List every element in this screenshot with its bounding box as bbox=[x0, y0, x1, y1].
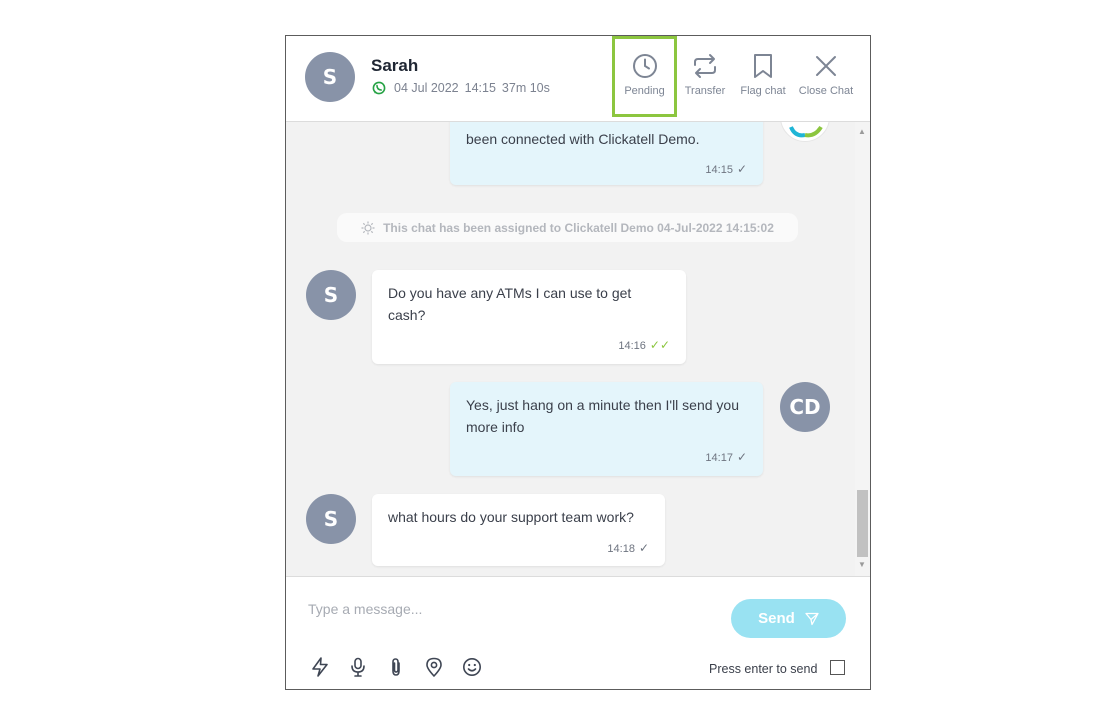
message-input[interactable] bbox=[308, 597, 708, 621]
message-time: 14:18 ✓ bbox=[607, 541, 649, 555]
sent-check-icon: ✓ bbox=[736, 450, 747, 464]
send-button[interactable]: Send bbox=[731, 599, 846, 638]
message-time: 14:15 ✓ bbox=[705, 162, 747, 176]
read-double-check-icon: ✓✓ bbox=[649, 338, 670, 352]
bookmark-icon bbox=[754, 54, 772, 78]
pending-button[interactable]: Pending bbox=[612, 36, 677, 117]
transfer-button[interactable]: Transfer bbox=[677, 36, 733, 122]
location-pin-icon bbox=[426, 657, 442, 677]
composer: Send bbox=[286, 576, 870, 689]
message-bubble: Yes, just hang on a minute then I'll sen… bbox=[450, 382, 763, 476]
system-note: This chat has been assigned to Clickatel… bbox=[337, 213, 798, 242]
contact-name: Sarah bbox=[371, 56, 419, 75]
agent-avatar: CD bbox=[780, 382, 830, 432]
message-bubble: what hours do your support team work? 14… bbox=[372, 494, 665, 566]
sent-check-icon: ✓ bbox=[638, 541, 649, 555]
message-bubble: Do you have any ATMs I can use to get ca… bbox=[372, 270, 686, 364]
composer-tools bbox=[310, 657, 500, 679]
clickatell-logo-icon bbox=[789, 125, 823, 138]
scrollbar[interactable]: ▲ ▼ bbox=[855, 122, 870, 576]
emoji-button[interactable] bbox=[462, 657, 500, 679]
contact-avatar: S bbox=[306, 494, 356, 544]
message-time: 14:17 ✓ bbox=[705, 450, 747, 464]
chat-date: 04 Jul 2022 bbox=[394, 81, 459, 95]
attach-file-button[interactable] bbox=[386, 657, 424, 679]
close-chat-label: Close Chat bbox=[798, 85, 854, 97]
whatsapp-icon bbox=[372, 81, 386, 95]
contact-avatar: S bbox=[306, 270, 356, 320]
share-location-button[interactable] bbox=[424, 657, 462, 679]
send-plane-icon bbox=[805, 612, 819, 625]
message-text: Yes, just hang on a minute then I'll sen… bbox=[466, 397, 740, 435]
press-enter-checkbox[interactable] bbox=[830, 660, 845, 675]
microphone-icon bbox=[351, 657, 365, 677]
message-text: been connected with Clickatell Demo. bbox=[466, 131, 700, 147]
chat-duration: 37m 10s bbox=[501, 81, 550, 95]
sent-check-icon: ✓ bbox=[736, 162, 747, 176]
pending-label: Pending bbox=[624, 85, 665, 97]
chat-time: 14:15 bbox=[464, 81, 496, 95]
scroll-down-arrow-icon[interactable]: ▼ bbox=[858, 560, 866, 569]
voice-note-button[interactable] bbox=[348, 657, 386, 679]
send-label: Send bbox=[758, 610, 795, 627]
flag-chat-button[interactable]: Flag chat bbox=[735, 36, 791, 122]
transfer-arrows-icon bbox=[694, 54, 716, 78]
agent-logo-avatar bbox=[780, 122, 830, 142]
system-note-text: This chat has been assigned to Clickatel… bbox=[383, 220, 774, 235]
press-enter-label: Press enter to send bbox=[709, 662, 818, 676]
chat-window: S Sarah 04 Jul 2022 14:15 37m 10s Pendin… bbox=[285, 35, 871, 690]
message-time: 14:16 ✓✓ bbox=[618, 338, 670, 352]
message-bubble: been connected with Clickatell Demo. 14:… bbox=[450, 122, 763, 185]
message-text: Do you have any ATMs I can use to get ca… bbox=[388, 285, 632, 323]
message-text: what hours do your support team work? bbox=[388, 509, 634, 525]
close-chat-button[interactable]: Close Chat bbox=[793, 36, 859, 122]
flag-chat-label: Flag chat bbox=[740, 85, 786, 97]
lightning-icon bbox=[312, 657, 328, 677]
paperclip-icon bbox=[392, 658, 400, 676]
scroll-up-arrow-icon[interactable]: ▲ bbox=[858, 127, 866, 136]
contact-avatar: S bbox=[305, 52, 355, 102]
quick-reply-button[interactable] bbox=[310, 657, 348, 679]
header-actions: Pending Transfer Flag chat Close Chat bbox=[612, 36, 859, 122]
close-icon bbox=[816, 56, 836, 76]
message-list[interactable]: been connected with Clickatell Demo. 14:… bbox=[286, 122, 870, 576]
clock-icon bbox=[632, 54, 657, 78]
lightbulb-icon bbox=[361, 221, 375, 234]
emoji-icon bbox=[463, 658, 481, 676]
transfer-label: Transfer bbox=[684, 85, 726, 97]
chat-header: S Sarah 04 Jul 2022 14:15 37m 10s Pendin… bbox=[286, 36, 870, 122]
scroll-thumb[interactable] bbox=[857, 490, 868, 557]
chat-meta: 04 Jul 2022 14:15 37m 10s bbox=[372, 81, 556, 95]
